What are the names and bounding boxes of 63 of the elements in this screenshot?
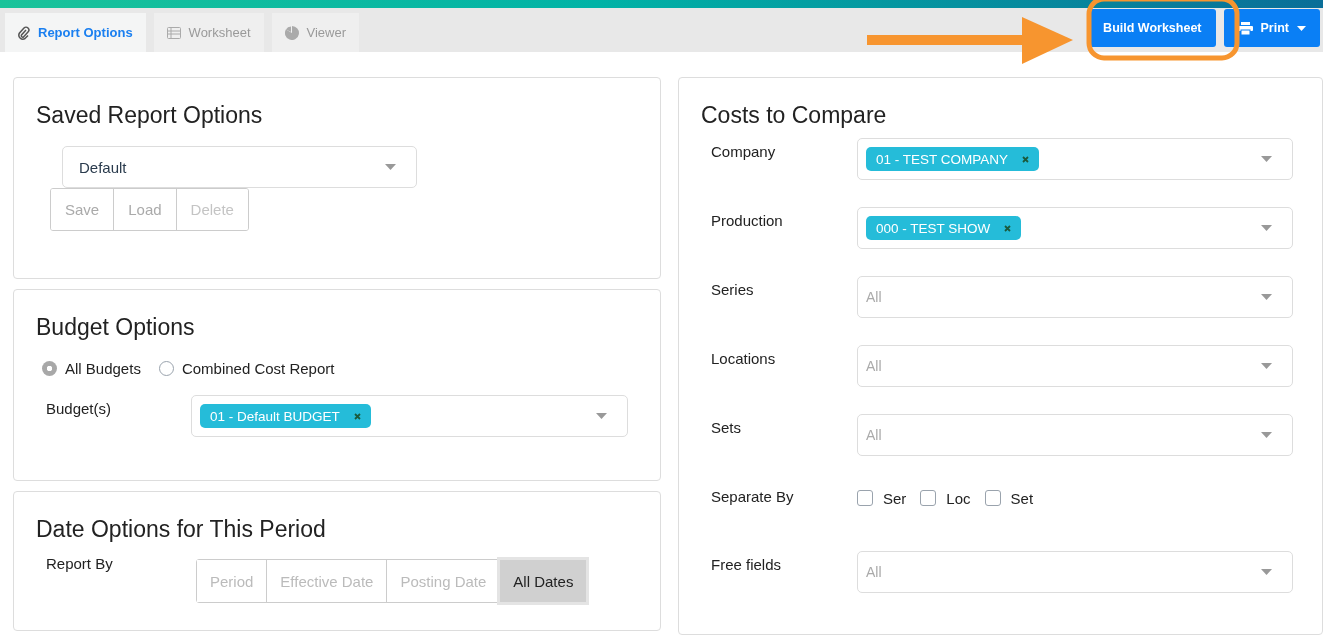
card-title: Costs to Compare bbox=[701, 101, 887, 130]
select-value: Default bbox=[78, 158, 127, 176]
field-label: Budget(s) bbox=[46, 399, 113, 417]
radio-button[interactable] bbox=[158, 361, 174, 376]
selected-tag: 000 - TEST SHOW bbox=[866, 216, 1022, 240]
card-title: Budget Options bbox=[36, 313, 195, 342]
build-worksheet-button[interactable]: Build Worksheet bbox=[1089, 9, 1216, 47]
segment-button[interactable]: All Dates bbox=[500, 560, 587, 602]
dropdown-caret-icon bbox=[1261, 363, 1272, 369]
tab[interactable]: Report Options bbox=[5, 13, 146, 52]
tab[interactable]: Worksheet bbox=[153, 13, 264, 52]
selected-tag: 01 - Default BUDGET bbox=[200, 404, 371, 428]
select-placeholder: All bbox=[866, 289, 882, 305]
radio-button[interactable] bbox=[42, 361, 57, 376]
field-label: Sets bbox=[711, 418, 742, 436]
table-icon bbox=[166, 26, 181, 39]
dropdown-caret-icon bbox=[1261, 569, 1272, 575]
dropdown-caret-icon bbox=[596, 413, 607, 419]
checkbox-label: Loc bbox=[946, 489, 971, 507]
segment-button[interactable]: Period bbox=[197, 560, 268, 602]
card-title: Date Options for This Period bbox=[36, 515, 326, 544]
pie-chart-icon bbox=[284, 25, 299, 40]
dropdown-caret-icon bbox=[1261, 156, 1272, 162]
field-label: Separate By bbox=[711, 487, 795, 505]
checkbox[interactable] bbox=[857, 490, 873, 506]
field-label: Production bbox=[711, 211, 784, 229]
checkbox-label: Ser bbox=[883, 489, 907, 507]
print-button[interactable]: Print bbox=[1223, 9, 1320, 47]
radio-label: Combined Cost Report bbox=[181, 360, 335, 377]
remove-tag-icon[interactable] bbox=[1004, 224, 1012, 232]
remove-tag-icon[interactable] bbox=[353, 412, 361, 420]
field-label: Series bbox=[711, 280, 755, 298]
select-field[interactable]: All bbox=[857, 414, 1293, 456]
checkbox-label: Set bbox=[1010, 489, 1034, 507]
remove-tag-icon[interactable] bbox=[1022, 155, 1030, 163]
select-placeholder: All bbox=[866, 427, 882, 443]
field-label: Company bbox=[711, 142, 777, 160]
select-field[interactable]: Default bbox=[62, 146, 417, 188]
select-field[interactable]: 01 - TEST COMPANY bbox=[857, 138, 1293, 180]
checkbox[interactable] bbox=[920, 490, 937, 506]
selected-tag: 01 - TEST COMPANY bbox=[866, 147, 1040, 171]
dropdown-caret-icon bbox=[385, 164, 396, 170]
select-field[interactable]: All bbox=[857, 276, 1293, 318]
caret-icon bbox=[1297, 25, 1306, 31]
select-field[interactable]: 000 - TEST SHOW bbox=[857, 207, 1293, 249]
dropdown-caret-icon bbox=[1261, 294, 1272, 300]
field-label: Report By bbox=[46, 554, 114, 572]
option-button[interactable]: Save bbox=[51, 189, 115, 230]
paperclip-icon bbox=[18, 25, 30, 40]
select-field[interactable]: All bbox=[857, 551, 1293, 593]
card-title: Saved Report Options bbox=[36, 101, 263, 130]
radio-label: All Budgets bbox=[65, 360, 141, 377]
dropdown-caret-icon bbox=[1261, 432, 1272, 438]
field-label: Locations bbox=[711, 349, 777, 367]
field-label: Free fields bbox=[711, 555, 783, 573]
select-field[interactable]: All bbox=[857, 345, 1293, 387]
dropdown-caret-icon bbox=[1261, 225, 1272, 231]
select-placeholder: All bbox=[866, 564, 882, 580]
select-field[interactable]: 01 - Default BUDGET bbox=[191, 395, 628, 437]
tab[interactable]: Viewer bbox=[271, 13, 360, 52]
select-placeholder: All bbox=[866, 358, 882, 374]
printer-icon bbox=[1237, 21, 1253, 35]
checkbox[interactable] bbox=[984, 490, 1001, 506]
